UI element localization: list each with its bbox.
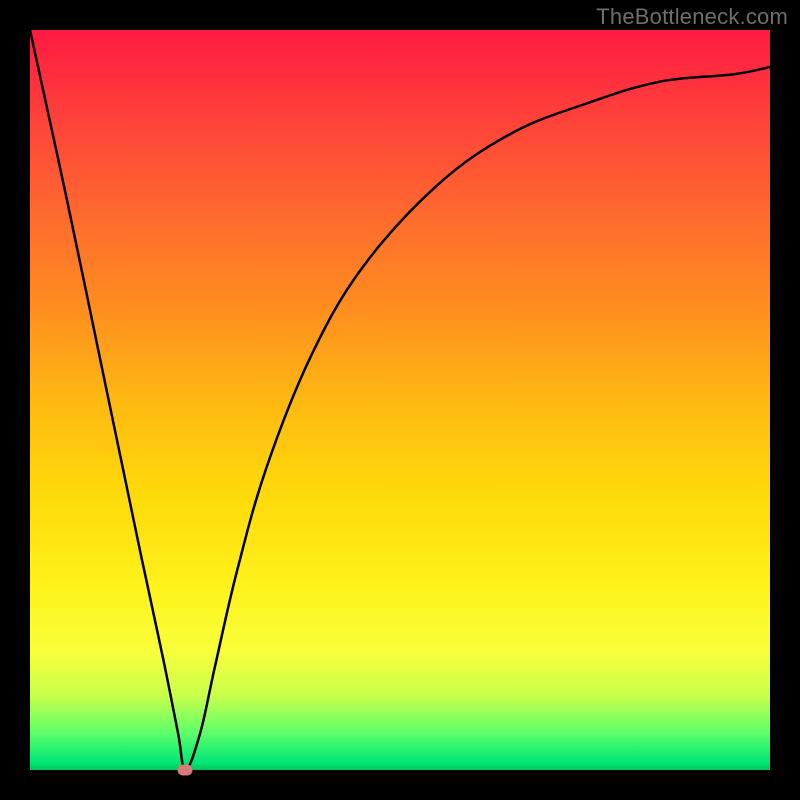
optimum-marker xyxy=(178,765,193,776)
bottleneck-curve xyxy=(30,30,770,770)
plot-area xyxy=(30,30,770,770)
chart-frame: TheBottleneck.com xyxy=(0,0,800,800)
watermark-text: TheBottleneck.com xyxy=(596,4,788,30)
